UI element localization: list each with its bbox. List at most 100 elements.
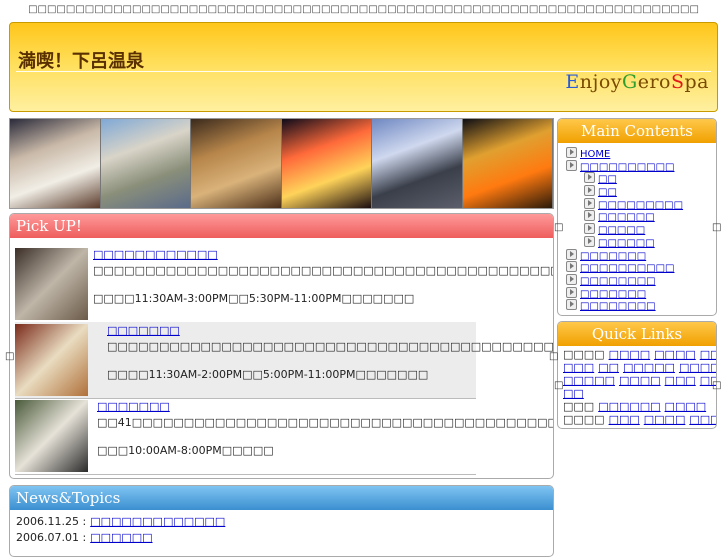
gero-photo [281,119,372,208]
edge-glyph: □ [549,351,559,362]
pickup-item-link[interactable]: □□□□□□□□□□□□ [93,248,218,261]
pickup-item-link[interactable]: □□□□□□□ [107,324,180,337]
quick-links-label: □□□□ [563,413,605,426]
news-link[interactable]: □□□□□□ [90,531,152,544]
menu-link[interactable]: □□□□□□□□□□ [580,162,674,173]
pickup-item-link[interactable]: □□□□□□□ [97,400,170,413]
menu-item[interactable]: □□□□□□ [558,210,716,223]
pickup-heading: Pick UP! [10,214,553,238]
pickup-item-hours: □□□□11:30AM-2:00PM□□5:00PM-11:00PM□□□□□□… [107,368,429,381]
menu-link[interactable]: □□ [598,174,617,185]
menu-item[interactable]: □□□□□□□□ [558,299,716,312]
menu-item[interactable]: □□ [558,172,716,185]
shop-photo [15,324,88,396]
menu-item[interactable]: □□□□□□□□ [558,273,716,287]
menu-link[interactable]: □□□□□ [598,225,645,236]
gero-photo [191,119,282,208]
edge-glyph: □ [5,351,15,362]
arrow-right-icon [566,261,577,273]
quick-link[interactable]: □□□□ [644,413,686,426]
header-banner: 満喫！下呂温泉 EnjoyGeroSpa [9,22,718,112]
arrow-right-icon [566,286,577,298]
menu-item[interactable]: □□□□□□□ [558,286,716,300]
site-description: □□□□□□□□□□□□□□□□□□□□□□□□□□□□□□□□□□□□□□□□… [28,4,699,15]
quick-link[interactable]: □□□□ [689,413,716,426]
menu-link[interactable]: HOME [580,149,610,160]
main-contents-heading: Main Contents [558,119,716,143]
quick-links-heading: Quick Links [558,322,716,346]
menu-item[interactable]: □□□□□□□□□□ [558,261,716,274]
arrow-right-icon [584,197,595,209]
quick-link[interactable]: □□□□□□□□ [679,361,716,374]
quick-link[interactable]: □□□□ [609,348,651,361]
arrow-right-icon [566,147,577,158]
menu-link[interactable]: □□□□□□□□ [580,301,656,312]
menu-link[interactable]: □□□□□□ [598,238,655,249]
quick-link[interactable]: □□□□ [665,400,707,413]
pickup-item-description: □□□□□□□□□□□□□□□□□□□□□□□□□□□□□□□□□□□□□□□□… [107,340,554,353]
quick-links-line: □□□□□□□□□□□□□□□□□□□□□ [563,374,716,387]
quick-links-panel: Quick Links □□□□ □□□□ □□□□ □ □□□ □□ □□□□□ □□□□ □… [557,321,717,429]
menu-link[interactable]: □□□□□□□ [580,251,646,262]
quick-link[interactable]: □□ [598,361,619,374]
site-title-jp: 満喫！下呂温泉 [18,51,144,72]
menu-link[interactable]: □□□□□□□ [580,289,646,300]
logo-letter: njoy [579,71,623,93]
quick-links-line: □□ [563,387,711,400]
arrow-right-icon [566,159,577,171]
quick-link[interactable]: □□□ [609,413,640,426]
edge-glyph: □ [554,222,564,233]
gero-photo [100,119,191,208]
arrow-right-icon [584,172,595,184]
quick-links-label: □□□□ [563,348,605,361]
arrow-right-icon [584,185,595,197]
shop-photo [15,248,88,320]
edge-glyph: □ [712,222,722,233]
menu-link[interactable]: □□□□□□□□ [580,276,656,287]
quick-link[interactable]: □□□ [563,361,594,374]
main-contents-panel: Main Contents HOME □□□□□□□□□□ □□ □□ □□□□□□□□… [557,118,717,316]
arrow-right-icon [566,273,577,285]
logo-letter: pa [684,71,709,93]
logo-letter: G [622,71,638,93]
pickup-item: □□□□□□□□□□□□□□□□□□□□□□□□□□□□□□□□□□□□□□□□… [15,322,553,399]
menu-item[interactable]: □□□□□□ [558,235,716,249]
pickup-item: □□□□□□□ □□41□□□□□□□□□□□□□□□□□□□□□□□□□□□□□… [15,398,553,475]
quick-link[interactable]: □□ [563,387,584,400]
menu-item[interactable]: □□□□□□□ [558,248,716,262]
menu-item[interactable]: □□□□□□□□□ [558,197,716,211]
menu-link[interactable]: □□□□□□□□□□ [580,263,674,274]
menu-item[interactable]: □□ [558,185,716,198]
arrow-right-icon [566,248,577,260]
news-link[interactable]: □□□□□□□□□□□□□ [90,515,225,528]
menu-item[interactable]: □□□□□□□□□□ [558,159,716,173]
pickup-item-hours: □□□10:00AM-8:00PM□□□□□ [97,444,274,457]
quick-link[interactable]: □□□ [700,348,716,361]
quick-links-line: □□□□□□□□□□□□□□□□□□□□□ [563,361,716,374]
quick-links-line: □□□ □□□□□□ □□□□ [563,400,711,413]
quick-link[interactable]: □□□□□ [623,361,675,374]
gero-photo [10,119,101,208]
logo-letter: E [565,71,580,93]
quick-links-label: □□□ [563,400,595,413]
quick-link[interactable]: □□□□□ [563,374,615,387]
arrow-right-icon [584,235,595,247]
menu-link[interactable]: □□□□□□□□□ [598,200,683,211]
quick-links-line: □□□□□□□□□□□□□□□ [563,413,716,426]
pickup-item: □□□□□□□□□□□□□□□□□□□□□□□□□□□□□□□□□□□□□□□□… [15,246,553,323]
arrow-right-icon [584,210,595,222]
site-logo-enjoy-gero-spa: EnjoyGeroSpa [565,71,709,93]
quick-link[interactable]: □□□□ [654,348,696,361]
quick-link[interactable]: □□□□□□ [598,400,660,413]
menu-item[interactable]: HOME [558,147,716,160]
news-row: 2006.11.25 : □□□□□□□□□□□□□ [10,514,553,530]
menu-link[interactable]: □□□□□□ [598,212,655,223]
arrow-right-icon [584,223,595,235]
quick-link[interactable]: □□□ [665,374,696,387]
news-date: 2006.11.25 : [16,515,87,528]
menu-item[interactable]: □□□□□ [558,223,716,236]
shop-photo [15,400,88,472]
pickup-panel: Pick UP! □□□□□□□□□□□□ □□□□□□□□□□□□□□□□□□□… [9,213,554,479]
quick-link[interactable]: □□□□ [619,374,661,387]
menu-link[interactable]: □□ [598,187,617,198]
